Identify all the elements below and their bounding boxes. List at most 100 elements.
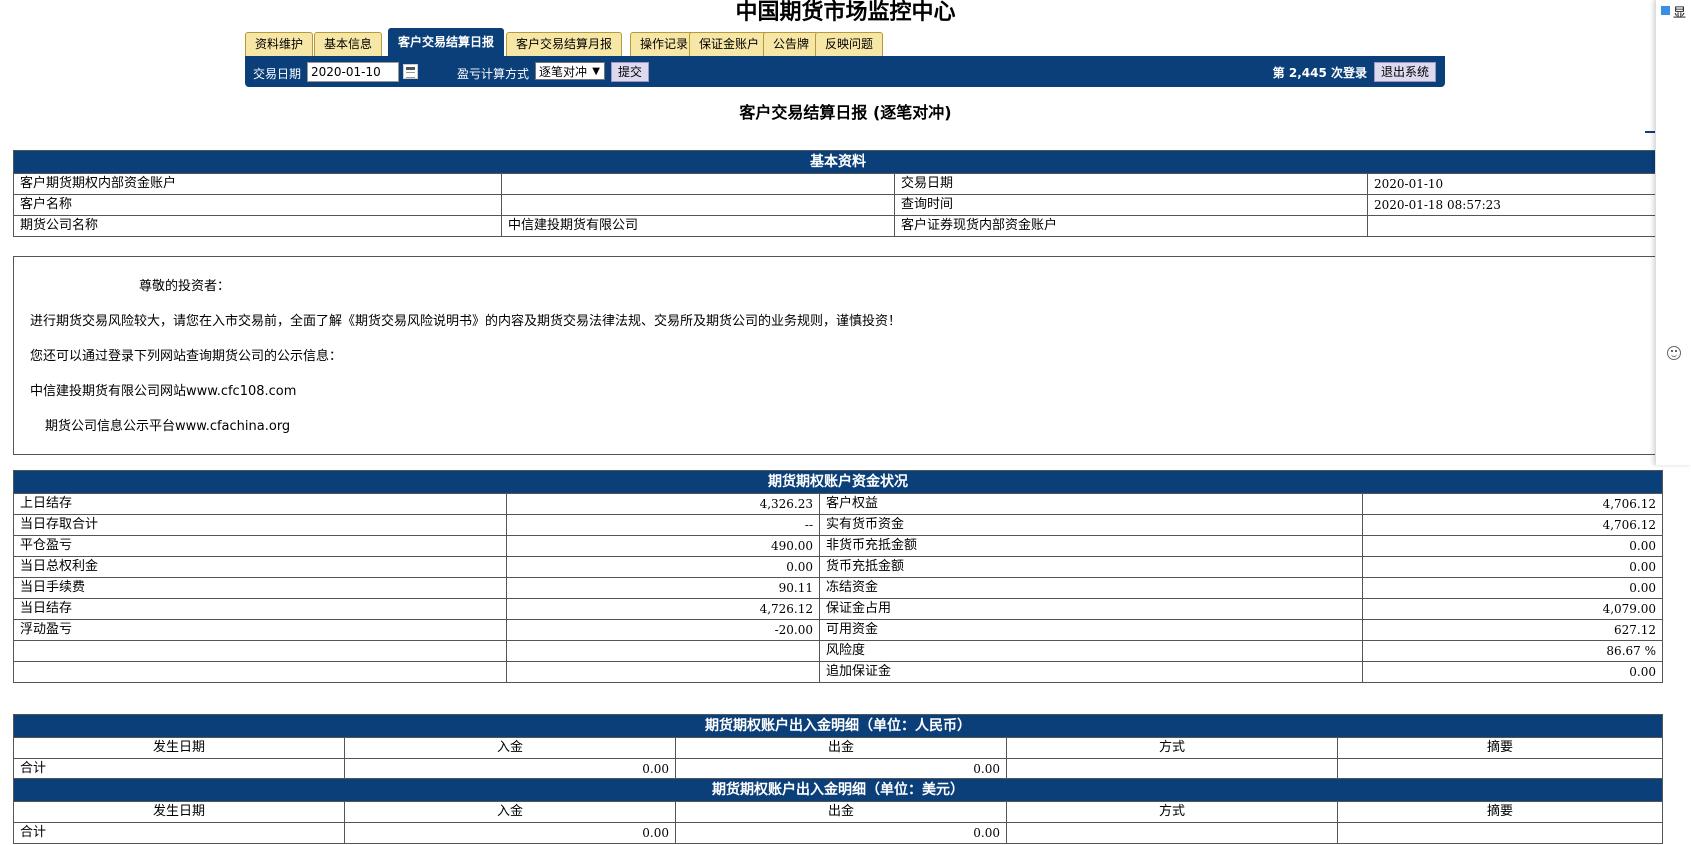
customer-name-value [501, 194, 895, 216]
query-time-label: 查询时间 [894, 194, 1368, 216]
table-row: 当日存取合计 -- 实有货币资金 4,706.12 [13, 514, 1663, 536]
table-row: 发生日期 入金 出金 方式 摘要 [13, 801, 1663, 823]
funds-value: -20.00 [506, 619, 820, 641]
funds-value: 4,079.00 [1362, 598, 1663, 620]
column-header: 入金 [344, 737, 676, 759]
tab-operation-log[interactable]: 操作记录 [630, 32, 699, 56]
withdrawal-total: 0.00 [675, 822, 1007, 844]
basic-info-header: 基本资料 [13, 150, 1663, 174]
funds-value [506, 640, 820, 662]
funds-value: -- [506, 514, 820, 536]
funds-label: 平仓盈亏 [13, 535, 507, 557]
table-row: 追加保证金 0.00 [13, 661, 1663, 683]
notice-greeting: 尊敬的投资者： [139, 279, 231, 294]
risk-notice: 尊敬的投资者： 进行期货交易风险较大，请您在入市交易前，全面了解《期货交易风险说… [13, 256, 1663, 455]
funds-label: 当日存取合计 [13, 514, 507, 536]
method-cell [1006, 758, 1338, 780]
funds-label: 风险度 [819, 640, 1363, 662]
notice-line: 进行期货交易风险较大，请您在入市交易前，全面了解《期货交易风险说明书》的内容及期… [30, 314, 902, 329]
account-value [501, 173, 895, 195]
funds-value [506, 661, 820, 683]
side-panel-label[interactable]: 显 [1673, 2, 1686, 21]
funds-label: 追加保证金 [819, 661, 1363, 683]
funds-value: 0.00 [1362, 577, 1663, 599]
table-row: 合计 0.00 0.00 [13, 758, 1663, 780]
calc-method-label: 盈亏计算方式 [457, 67, 530, 81]
tab-monthly-statement[interactable]: 客户交易结算月报 [506, 32, 623, 56]
login-count: 第 2,445 次登录 [1272, 66, 1367, 80]
tab-basic-info[interactable]: 基本信息 [314, 32, 383, 56]
smile-icon[interactable] [1667, 346, 1681, 360]
funds-value: 4,726.12 [506, 598, 820, 620]
column-header: 发生日期 [13, 737, 345, 759]
table-row: 风险度 86.67 % [13, 640, 1663, 662]
toolbar: 交易日期 盈亏计算方式 逐笔对冲 ▼ 提交 第 2,445 次登录 退出系统 [245, 56, 1445, 87]
column-header: 摘要 [1337, 737, 1663, 759]
table-row: 合计 0.00 0.00 [13, 822, 1663, 844]
column-header: 摘要 [1337, 801, 1663, 823]
logout-button[interactable]: 退出系统 [1373, 62, 1436, 82]
submit-button[interactable]: 提交 [611, 62, 650, 82]
funds-value: 0.00 [1362, 535, 1663, 557]
query-time-value: 2020-01-18 08:57:23 [1367, 194, 1663, 216]
funds-status-header: 期货期权账户资金状况 [13, 470, 1663, 494]
tab-feedback[interactable]: 反映问题 [815, 32, 884, 56]
funds-label [13, 640, 507, 662]
table-row: 平仓盈亏 490.00 非货币充抵金额 0.00 [13, 535, 1663, 557]
site-title: 中国期货市场监控中心 [735, 0, 956, 25]
table-row: 客户名称 查询时间 2020-01-18 08:57:23 [13, 194, 1663, 216]
funds-label: 非货币充抵金额 [819, 535, 1363, 557]
column-header: 入金 [344, 801, 676, 823]
trade-date-value: 2020-01-10 [1367, 173, 1663, 195]
funds-label: 冻结资金 [819, 577, 1363, 599]
securities-account-value [1367, 215, 1663, 237]
funds-value: 4,706.12 [1362, 493, 1663, 515]
calc-method-value: 逐笔对冲 [539, 65, 588, 79]
table-row: 当日结存 4,726.12 保证金占用 4,079.00 [13, 598, 1663, 620]
tab-bulletin-board[interactable]: 公告牌 [763, 32, 820, 56]
rmb-cashflow-header: 期货期权账户出入金明细（单位：人民币） [13, 714, 1663, 738]
table-row: 浮动盈亏 -20.00 可用资金 627.12 [13, 619, 1663, 641]
column-header: 发生日期 [13, 801, 345, 823]
rmb-cashflow-table: 期货期权账户出入金明细（单位：人民币） 发生日期 入金 出金 方式 摘要 合计 … [13, 714, 1663, 780]
trade-date-label: 交易日期 [253, 67, 302, 81]
column-header: 方式 [1006, 801, 1338, 823]
deposit-total: 0.00 [344, 822, 676, 844]
tab-margin-account[interactable]: 保证金账户 [689, 32, 770, 56]
calendar-icon[interactable] [403, 64, 418, 79]
tab-profile-maintenance[interactable]: 资料维护 [245, 32, 314, 56]
notice-line: 期货公司信息公示平台www.cfachina.org [45, 419, 291, 434]
table-row: 上日结存 4,326.23 客户权益 4,706.12 [13, 493, 1663, 515]
account-label: 客户期货期权内部资金账户 [13, 173, 502, 195]
column-header: 出金 [675, 737, 1007, 759]
funds-value: 90.11 [506, 577, 820, 599]
funds-label: 可用资金 [819, 619, 1363, 641]
summary-cell [1337, 758, 1663, 780]
funds-label: 保证金占用 [819, 598, 1363, 620]
usd-cashflow-header: 期货期权账户出入金明细（单位：美元） [13, 778, 1663, 802]
funds-label [13, 661, 507, 683]
trade-date-input[interactable] [307, 62, 399, 82]
report-title: 客户交易结算日报 (逐笔对冲) [739, 103, 952, 122]
funds-value: 4,326.23 [506, 493, 820, 515]
calc-method-select[interactable]: 逐笔对冲 ▼ [535, 62, 605, 80]
company-name-value: 中信建投期货有限公司 [501, 215, 895, 237]
funds-value: 0.00 [1362, 661, 1663, 683]
company-name-label: 期货公司名称 [13, 215, 502, 237]
side-panel: 显 [1655, 0, 1691, 465]
tab-daily-statement[interactable]: 客户交易结算日报 [388, 28, 505, 56]
usd-cashflow-table: 期货期权账户出入金明细（单位：美元） 发生日期 入金 出金 方式 摘要 合计 0… [13, 778, 1663, 844]
funds-label: 货币充抵金额 [819, 556, 1363, 578]
table-row: 客户期货期权内部资金账户 交易日期 2020-01-10 [13, 173, 1663, 195]
table-row: 发生日期 入金 出金 方式 摘要 [13, 737, 1663, 759]
withdrawal-total: 0.00 [675, 758, 1007, 780]
display-icon[interactable] [1661, 6, 1670, 15]
deposit-total: 0.00 [344, 758, 676, 780]
method-cell [1006, 822, 1338, 844]
notice-line: 中信建投期货有限公司网站www.cfc108.com [30, 384, 297, 399]
funds-value: 490.00 [506, 535, 820, 557]
column-header: 出金 [675, 801, 1007, 823]
notice-line: 您还可以通过登录下列网站查询期货公司的公示信息： [30, 349, 343, 364]
basic-info-table: 基本资料 客户期货期权内部资金账户 交易日期 2020-01-10 客户名称 查… [13, 150, 1663, 237]
customer-name-label: 客户名称 [13, 194, 502, 216]
